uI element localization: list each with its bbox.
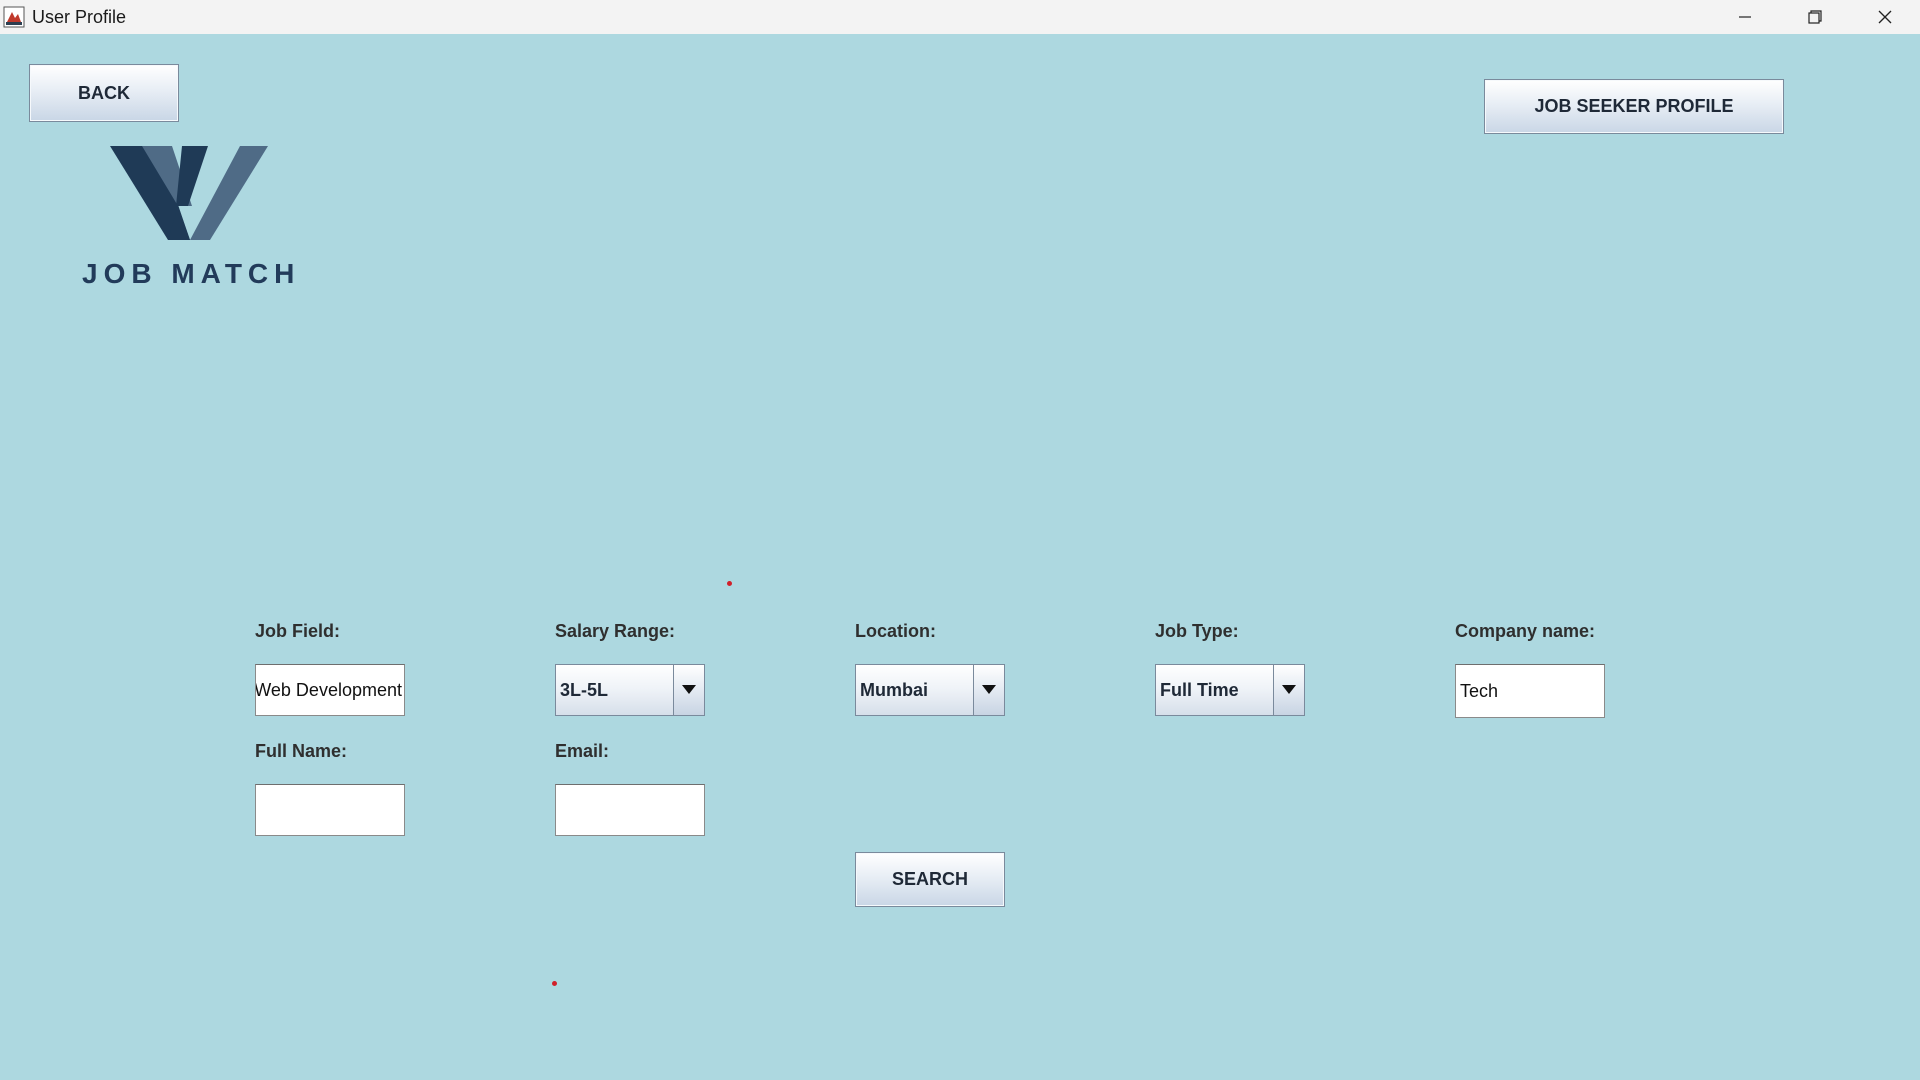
app-window: User Profile BACK JOB SEEKER PROFILE JOB… [0,0,1920,1080]
marker-dot [552,981,557,986]
job-type-value: Full Time [1160,679,1239,700]
dropdown-arrow-icon[interactable] [973,665,1004,715]
search-button[interactable]: SEARCH [855,852,1005,907]
company-name-value: Tech [1460,680,1499,701]
marker-dot [727,581,732,586]
job-field-input[interactable]: Web Development [255,664,405,716]
email-input[interactable] [555,784,705,836]
title-bar: User Profile [0,0,1920,34]
salary-range-label: Salary Range: [555,621,676,641]
email-label: Email: [555,741,610,761]
dropdown-arrow-icon[interactable] [673,665,704,715]
full-name-label: Full Name: [255,741,348,761]
company-name-input[interactable]: Tech [1455,664,1605,718]
back-button[interactable]: BACK [29,64,179,122]
job-type-select[interactable]: Full Time [1155,664,1305,716]
company-name-label: Company name: [1455,621,1596,641]
restore-icon[interactable] [1780,0,1850,34]
job-field-label: Job Field: [255,621,340,641]
location-label: Location: [855,621,936,641]
location-value: Mumbai [860,679,929,700]
window-controls [1710,0,1920,34]
dropdown-arrow-icon[interactable] [1273,665,1304,715]
job-field-value: Web Development [255,679,402,700]
minimize-icon[interactable] [1710,0,1780,34]
salary-range-select[interactable]: 3L-5L [555,664,705,716]
job-type-label: Job Type: [1155,621,1239,641]
java-app-icon [2,5,26,29]
w-logo-icon [110,146,268,240]
job-seeker-profile-button[interactable]: JOB SEEKER PROFILE [1484,79,1784,134]
window-title: User Profile [32,6,127,27]
logo-text: JOB MATCH [82,258,301,289]
salary-range-value: 3L-5L [560,679,609,700]
full-name-input[interactable] [255,784,405,836]
location-select[interactable]: Mumbai [855,664,1005,716]
close-icon[interactable] [1850,0,1920,34]
